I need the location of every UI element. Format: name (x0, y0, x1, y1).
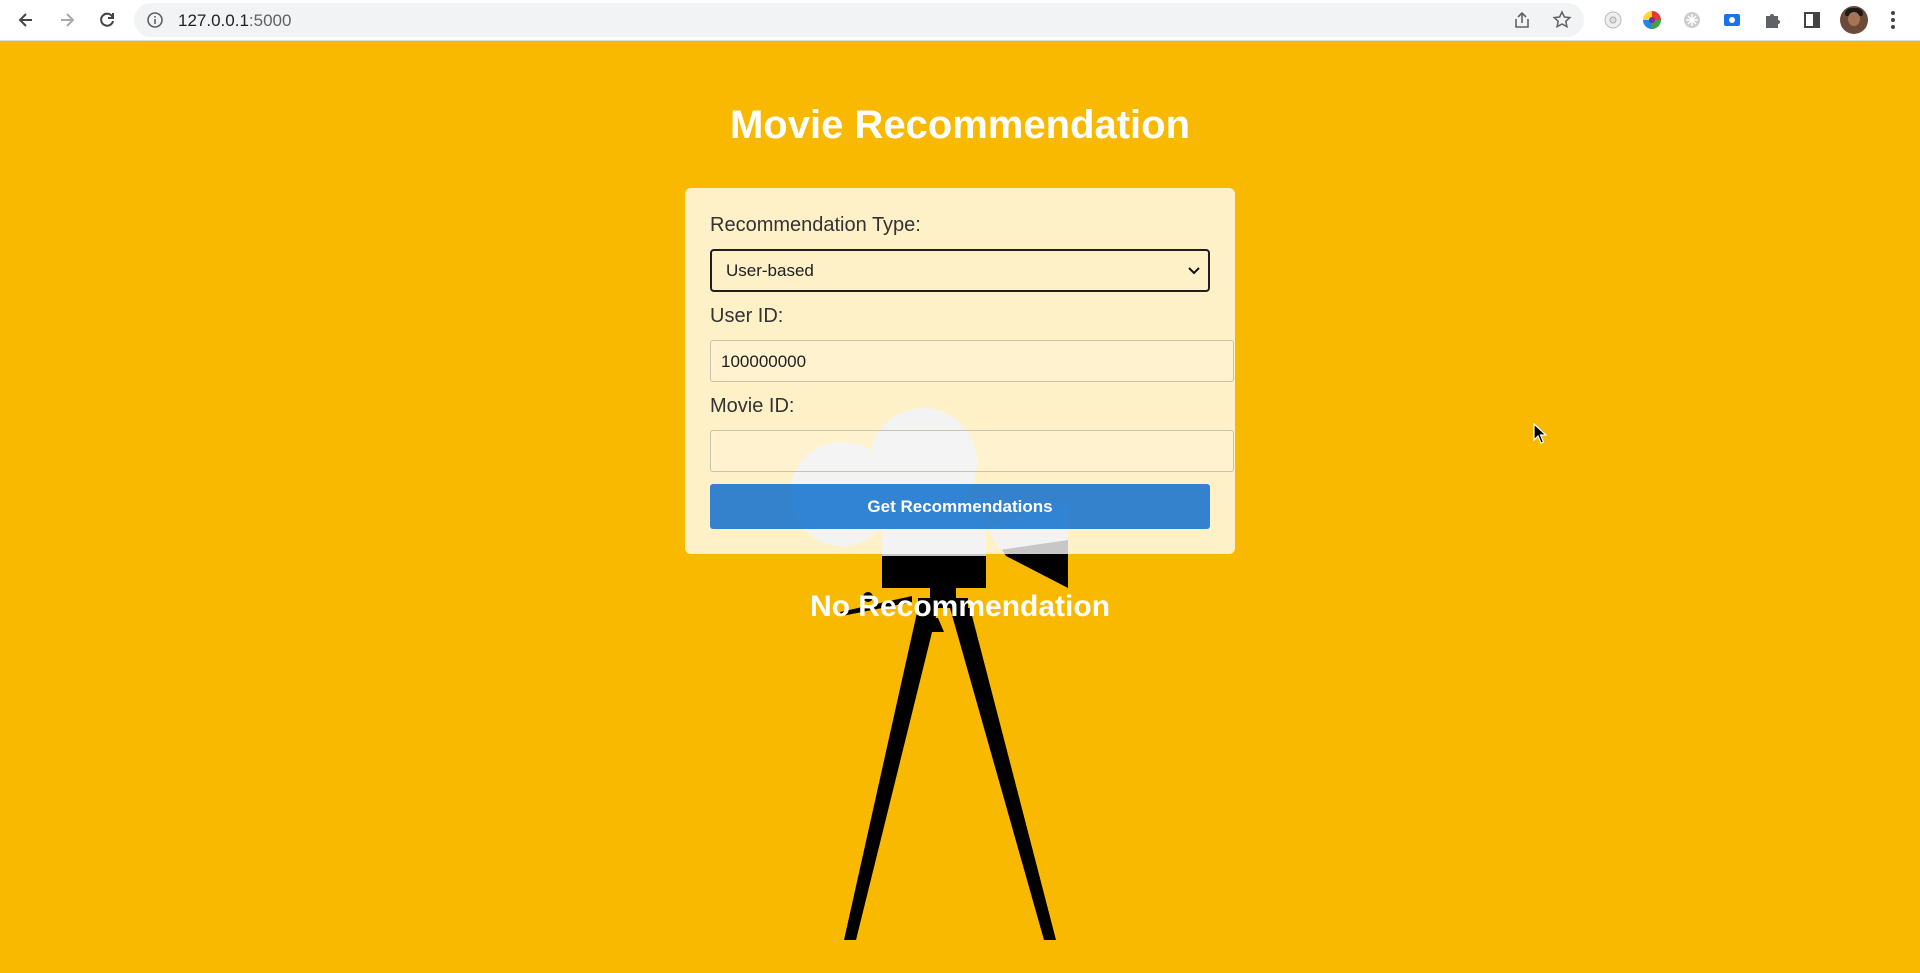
back-icon[interactable] (12, 6, 40, 34)
movie-id-input[interactable] (710, 430, 1234, 472)
user-id-input[interactable]: 100000000 (710, 340, 1234, 382)
more-menu-icon[interactable] (1882, 9, 1904, 31)
extension-4-icon[interactable] (1721, 9, 1743, 31)
recommendation-form: Recommendation Type: User-based User ID:… (685, 188, 1235, 554)
get-recommendations-button[interactable]: Get Recommendations (710, 484, 1210, 529)
share-icon[interactable] (1512, 10, 1532, 30)
user-id-label: User ID: (710, 305, 784, 327)
recommendation-type-select[interactable]: User-based (710, 249, 1210, 292)
extension-1-icon[interactable] (1602, 9, 1624, 31)
avatar-face (1848, 12, 1860, 26)
url-text: 127.0.0.1:5000 (178, 11, 291, 31)
extension-2-icon[interactable] (1641, 9, 1663, 31)
movie-id-label: Movie ID: (710, 395, 795, 417)
site-info-icon[interactable] (146, 11, 164, 29)
bookmark-star-icon[interactable] (1552, 10, 1572, 30)
side-panel-icon[interactable] (1801, 9, 1823, 31)
url-port: :5000 (248, 11, 292, 30)
browser-toolbar: 127.0.0.1:5000 (0, 0, 1920, 41)
extension-3-icon[interactable] (1681, 9, 1703, 31)
mouse-cursor-icon (1533, 423, 1548, 444)
user-id-value: 100000000 (721, 352, 807, 371)
recommendation-type-label: Recommendation Type: (710, 214, 921, 236)
url-host: 127.0.0.1 (178, 11, 249, 30)
address-bar[interactable]: 127.0.0.1:5000 (134, 3, 1584, 37)
reload-icon[interactable] (93, 6, 121, 34)
recommendation-result: No Recommendation (809, 590, 1111, 623)
puzzle-extensions-icon[interactable] (1761, 9, 1783, 31)
forward-icon[interactable] (53, 6, 81, 34)
recommendation-type-value: User-based (726, 261, 814, 280)
chevron-down-icon (1188, 267, 1200, 275)
page-title: Movie Recommendation (729, 103, 1191, 147)
profile-avatar[interactable] (1840, 6, 1868, 34)
